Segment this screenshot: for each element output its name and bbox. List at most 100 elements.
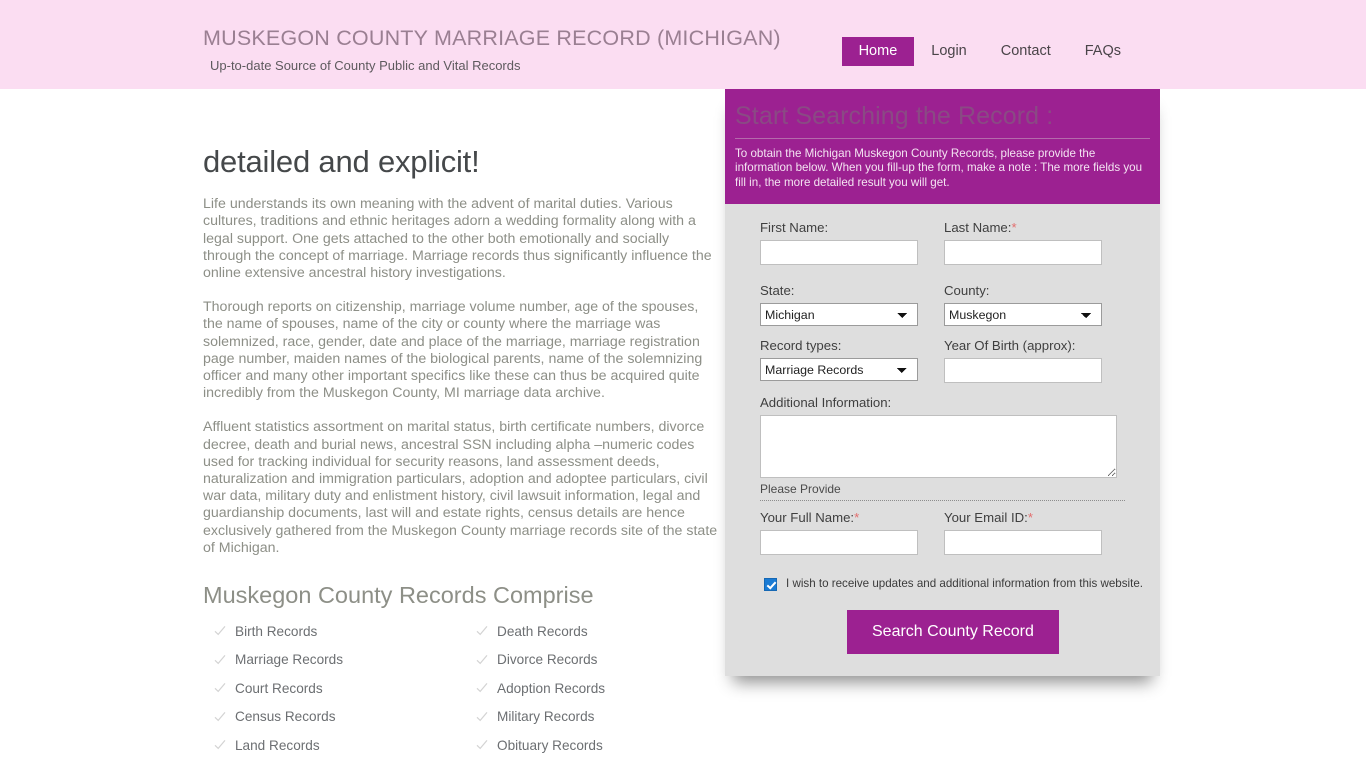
check-icon bbox=[214, 711, 226, 723]
additional-info-field-group: Additional Information: bbox=[760, 395, 1125, 478]
record-label: Land Records bbox=[235, 737, 320, 753]
check-icon bbox=[476, 625, 488, 637]
last-name-label: Last Name:* bbox=[944, 220, 1102, 236]
nav-item-contact[interactable]: Contact bbox=[984, 37, 1068, 66]
records-heading: Muskegon County Records Comprise bbox=[203, 581, 594, 608]
check-icon bbox=[214, 654, 226, 666]
record-list-item: Marriage Records bbox=[203, 651, 465, 668]
first-name-label: First Name: bbox=[760, 220, 918, 236]
required-star-icon: * bbox=[854, 510, 860, 525]
record-list-item: Adoption Records bbox=[465, 680, 719, 697]
nav-item-login[interactable]: Login bbox=[914, 37, 983, 66]
records-grid: Birth Records Death Records Marriage Rec… bbox=[203, 623, 719, 768]
record-label: Court Records bbox=[235, 680, 323, 696]
record-type-select[interactable]: Marriage Records bbox=[760, 358, 918, 381]
record-label: Military Records bbox=[497, 709, 595, 725]
record-list-item: Divorce Records bbox=[465, 651, 719, 668]
nav-item-faqs[interactable]: FAQs bbox=[1068, 37, 1138, 66]
record-type-field-group: Record types: Marriage Records bbox=[760, 338, 918, 383]
year-of-birth-field-group: Year Of Birth (approx): bbox=[944, 338, 1102, 383]
search-panel-title: Start Searching the Record : bbox=[735, 102, 1150, 139]
full-name-label-text: Your Full Name: bbox=[760, 510, 855, 525]
record-label: Marriage Records bbox=[235, 652, 344, 668]
full-name-field-group: Your Full Name:* bbox=[760, 510, 918, 555]
subscribe-row: I wish to receive updates and additional… bbox=[764, 577, 1143, 591]
additional-info-label: Additional Information: bbox=[760, 395, 892, 410]
record-label: Obituary Records bbox=[497, 737, 603, 753]
check-icon bbox=[476, 739, 488, 751]
record-list-item: Obituary Records bbox=[465, 737, 719, 754]
year-of-birth-input[interactable] bbox=[944, 358, 1102, 383]
submit-wrap: Search County Record bbox=[847, 610, 1125, 676]
record-year-fields-row: Record types: Marriage Records Year Of B… bbox=[760, 338, 1125, 383]
record-list-item: Land Records bbox=[203, 737, 465, 754]
content-heading: detailed and explicit! bbox=[203, 144, 480, 179]
contact-fields-row: Your Full Name:* Your Email ID:* bbox=[760, 510, 1125, 555]
check-icon bbox=[476, 682, 488, 694]
search-panel: Start Searching the Record : To obtain t… bbox=[725, 89, 1160, 676]
record-label: Death Records bbox=[497, 623, 588, 639]
record-type-label: Record types: bbox=[760, 338, 842, 353]
first-name-label-text: First Name: bbox=[760, 220, 829, 235]
first-name-input[interactable] bbox=[760, 240, 918, 265]
site-tagline: Up-to-date Source of County Public and V… bbox=[210, 57, 521, 73]
row-spacer bbox=[760, 265, 1125, 283]
state-select[interactable]: Michigan bbox=[760, 303, 918, 326]
required-star-icon: * bbox=[1027, 510, 1033, 525]
content-paragraph-1: Life understands its own meaning with th… bbox=[203, 196, 712, 281]
year-of-birth-label: Year Of Birth (approx): bbox=[944, 338, 1076, 353]
record-label: Divorce Records bbox=[497, 652, 598, 668]
email-field-group: Your Email ID:* bbox=[944, 510, 1102, 555]
header-inner: MUSKEGON COUNTY MARRIAGE RECORD (MICHIGA… bbox=[0, 0, 1366, 89]
check-icon bbox=[214, 625, 226, 637]
record-label: Birth Records bbox=[235, 623, 318, 639]
email-input[interactable] bbox=[944, 530, 1102, 555]
last-name-label-text: Last Name: bbox=[944, 220, 1012, 235]
additional-info-textarea[interactable] bbox=[760, 415, 1117, 478]
full-name-input[interactable] bbox=[760, 530, 918, 555]
row-spacer bbox=[760, 326, 1125, 338]
check-icon bbox=[214, 739, 226, 751]
search-panel-subtitle: To obtain the Michigan Muskegon County R… bbox=[735, 146, 1143, 189]
county-field-group: County: Muskegon bbox=[944, 283, 1102, 326]
section-divider bbox=[760, 500, 1125, 501]
location-fields-row: State: Michigan County: Muskegon bbox=[760, 283, 1125, 326]
site-header: MUSKEGON COUNTY MARRIAGE RECORD (MICHIGA… bbox=[0, 0, 1366, 96]
record-list-item: Military Records bbox=[465, 708, 719, 725]
search-county-record-button[interactable]: Search County Record bbox=[847, 610, 1059, 654]
record-search-form: First Name: Last Name:* State: Michigan bbox=[725, 204, 1160, 676]
content-paragraph-2: Thorough reports on citizenship, marriag… bbox=[203, 299, 703, 402]
record-list-item: Birth Records bbox=[203, 623, 465, 640]
page-title: MUSKEGON COUNTY MARRIAGE RECORD (MICHIGA… bbox=[203, 26, 781, 50]
name-fields-row: First Name: Last Name:* bbox=[760, 220, 1125, 265]
content-column: detailed and explicit! Life understands … bbox=[203, 144, 719, 768]
search-panel-header: Start Searching the Record : To obtain t… bbox=[725, 89, 1160, 204]
row-spacer bbox=[760, 383, 1125, 395]
page-body: detailed and explicit! Life understands … bbox=[0, 89, 1366, 768]
nav-item-home[interactable]: Home bbox=[841, 37, 915, 66]
last-name-field-group: Last Name:* bbox=[944, 220, 1102, 265]
email-label-text: Your Email ID: bbox=[944, 510, 1028, 525]
record-list-item: Death Records bbox=[465, 623, 719, 640]
first-name-field-group: First Name: bbox=[760, 220, 918, 265]
please-provide-note: Please Provide bbox=[760, 482, 841, 496]
county-label: County: bbox=[944, 283, 990, 298]
record-list-item: Court Records bbox=[203, 680, 465, 697]
record-list-item: Census Records bbox=[203, 708, 465, 725]
state-field-group: State: Michigan bbox=[760, 283, 918, 326]
subscribe-checkbox[interactable] bbox=[764, 577, 777, 591]
brand-block: MUSKEGON COUNTY MARRIAGE RECORD (MICHIGA… bbox=[203, 26, 781, 73]
required-star-icon: * bbox=[1011, 220, 1017, 235]
state-label: State: bbox=[760, 283, 795, 298]
email-label: Your Email ID:* bbox=[944, 510, 1102, 526]
content-paragraph-3: Affluent statistics assortment on marita… bbox=[203, 419, 718, 556]
full-name-label: Your Full Name:* bbox=[760, 510, 918, 526]
check-icon bbox=[476, 711, 488, 723]
main-nav: Home Login Contact FAQs bbox=[841, 37, 1138, 66]
subscribe-label: I wish to receive updates and additional… bbox=[786, 577, 1144, 590]
county-select[interactable]: Muskegon bbox=[944, 303, 1102, 326]
record-label: Census Records bbox=[235, 709, 336, 725]
last-name-input[interactable] bbox=[944, 240, 1102, 265]
check-icon bbox=[476, 654, 488, 666]
check-icon bbox=[214, 682, 226, 694]
